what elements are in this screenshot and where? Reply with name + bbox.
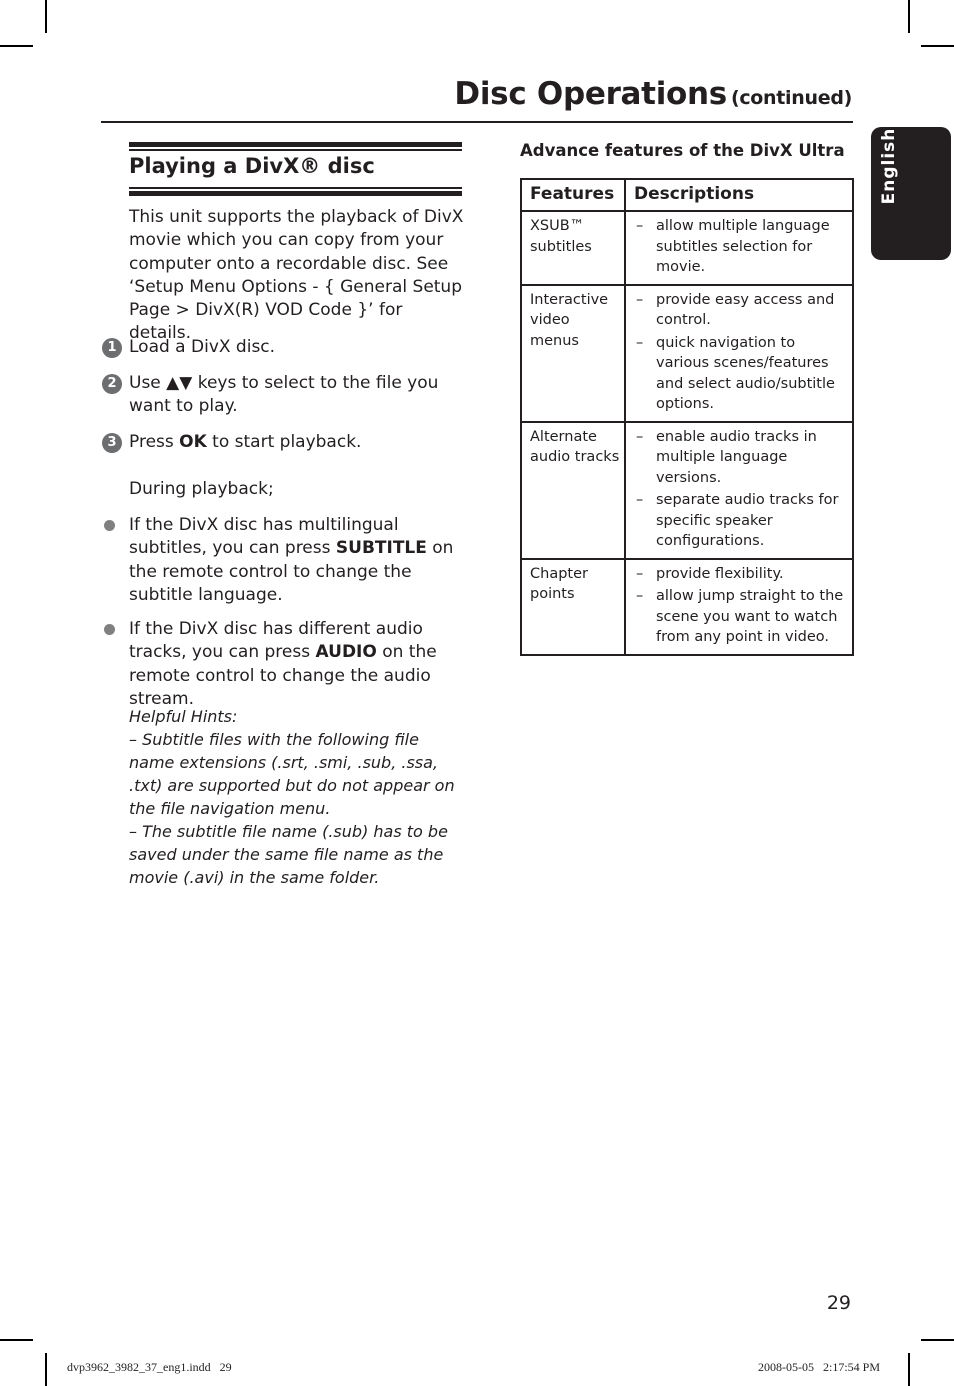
step-text: Press OK to start playback. (129, 432, 362, 452)
step-number-badge: 2 (102, 374, 122, 394)
print-slug-timestamp: 2008-05-05 2:17:54 PM (758, 1360, 881, 1374)
key-ok: OK (179, 432, 207, 452)
bullet-text: If the DivX disc has multilingual subtit… (129, 515, 454, 605)
crop-mark (921, 1339, 954, 1341)
section-rule (129, 187, 462, 189)
description-cell: – allow multiple language subtitles selec… (624, 210, 854, 286)
page-title-main: Disc Operations (454, 76, 727, 112)
step-text: Load a DivX disc. (129, 337, 276, 357)
description-item: – enable audio tracks in multiple languag… (636, 428, 817, 486)
feature-cell: Alternate audio tracks (520, 420, 626, 560)
page-title: Disc Operations (continued) (454, 76, 852, 112)
description-item: – provide flexibility. (636, 565, 784, 582)
column-header-features: Features (520, 178, 626, 212)
key-audio: AUDIO (315, 642, 377, 663)
during-playback-label: During playback; (129, 479, 274, 499)
description-item: – provide easy access and control. (636, 291, 835, 329)
hint-item: – Subtitle files with the following file… (129, 730, 455, 818)
table-row: Alternate audio tracks – enable audio tra… (520, 420, 854, 560)
bullet-text: If the DivX disc has different audio tra… (129, 619, 437, 709)
feature-cell: Chapter points (520, 557, 626, 656)
description-item: – separate audio tracks for specific spea… (636, 492, 839, 549)
page-number: 29 (826, 1292, 851, 1314)
step-text: Use ▲▼ keys to select to the file you wa… (129, 373, 439, 417)
section-rule (129, 142, 462, 147)
description-cell: – provide easy access and control. – quick… (624, 283, 854, 423)
section-rule (129, 191, 462, 196)
feature-cell: Interactive video menus (520, 283, 626, 423)
crop-mark (0, 45, 33, 47)
feature-cell: XSUB™ subtitles (520, 210, 626, 286)
crop-mark (0, 1339, 33, 1341)
description-cell: – provide flexibility. – allow jump straig… (624, 557, 854, 656)
bullet-icon (104, 624, 115, 635)
section-rule (129, 149, 462, 151)
table-row: XSUB™ subtitles – allow multiple language… (520, 210, 854, 286)
description-item: – quick navigation to various scenes/feat… (636, 334, 835, 413)
hints-title: Helpful Hints: (129, 707, 238, 726)
helpful-hints: Helpful Hints: – Subtitle files with the… (129, 705, 469, 889)
crop-mark (908, 0, 910, 33)
description-item: – allow jump straight to the scene you wa… (636, 588, 844, 645)
column-header-descriptions: Descriptions (624, 178, 854, 212)
title-divider (101, 121, 853, 123)
step-number-badge: 3 (102, 433, 122, 453)
table-row: Chapter points – provide flexibility. – al… (520, 557, 854, 656)
language-tab-label: English (879, 127, 899, 204)
description-cell: – enable audio tracks in multiple languag… (624, 420, 854, 560)
table-heading: Advance features of the DivX Ultra (520, 141, 845, 160)
intro-paragraph: This unit supports the playback of DivX … (129, 207, 464, 344)
language-tab: English (871, 127, 951, 260)
print-slug-file: dvp3962_3982_37_eng1.indd 29 (67, 1360, 232, 1374)
table-row: Interactive video menus – provide easy ac… (520, 283, 854, 423)
table-header-row: Features Descriptions (520, 178, 854, 212)
features-table: Features Descriptions XSUB™ subtitles – a… (520, 178, 854, 656)
crop-mark (908, 1353, 910, 1386)
crop-mark (45, 0, 47, 33)
crop-mark (45, 1353, 47, 1386)
step-number-badge: 1 (102, 338, 122, 358)
hint-item: – The subtitle file name (.sub) has to b… (129, 822, 448, 887)
crop-mark (921, 45, 954, 47)
key-subtitle: SUBTITLE (335, 538, 427, 559)
description-item: – allow multiple language subtitles selec… (636, 218, 830, 275)
section-title: Playing a DivX® disc (129, 154, 375, 178)
bullet-icon (104, 520, 115, 531)
page-title-suffix: (continued) (730, 87, 852, 109)
